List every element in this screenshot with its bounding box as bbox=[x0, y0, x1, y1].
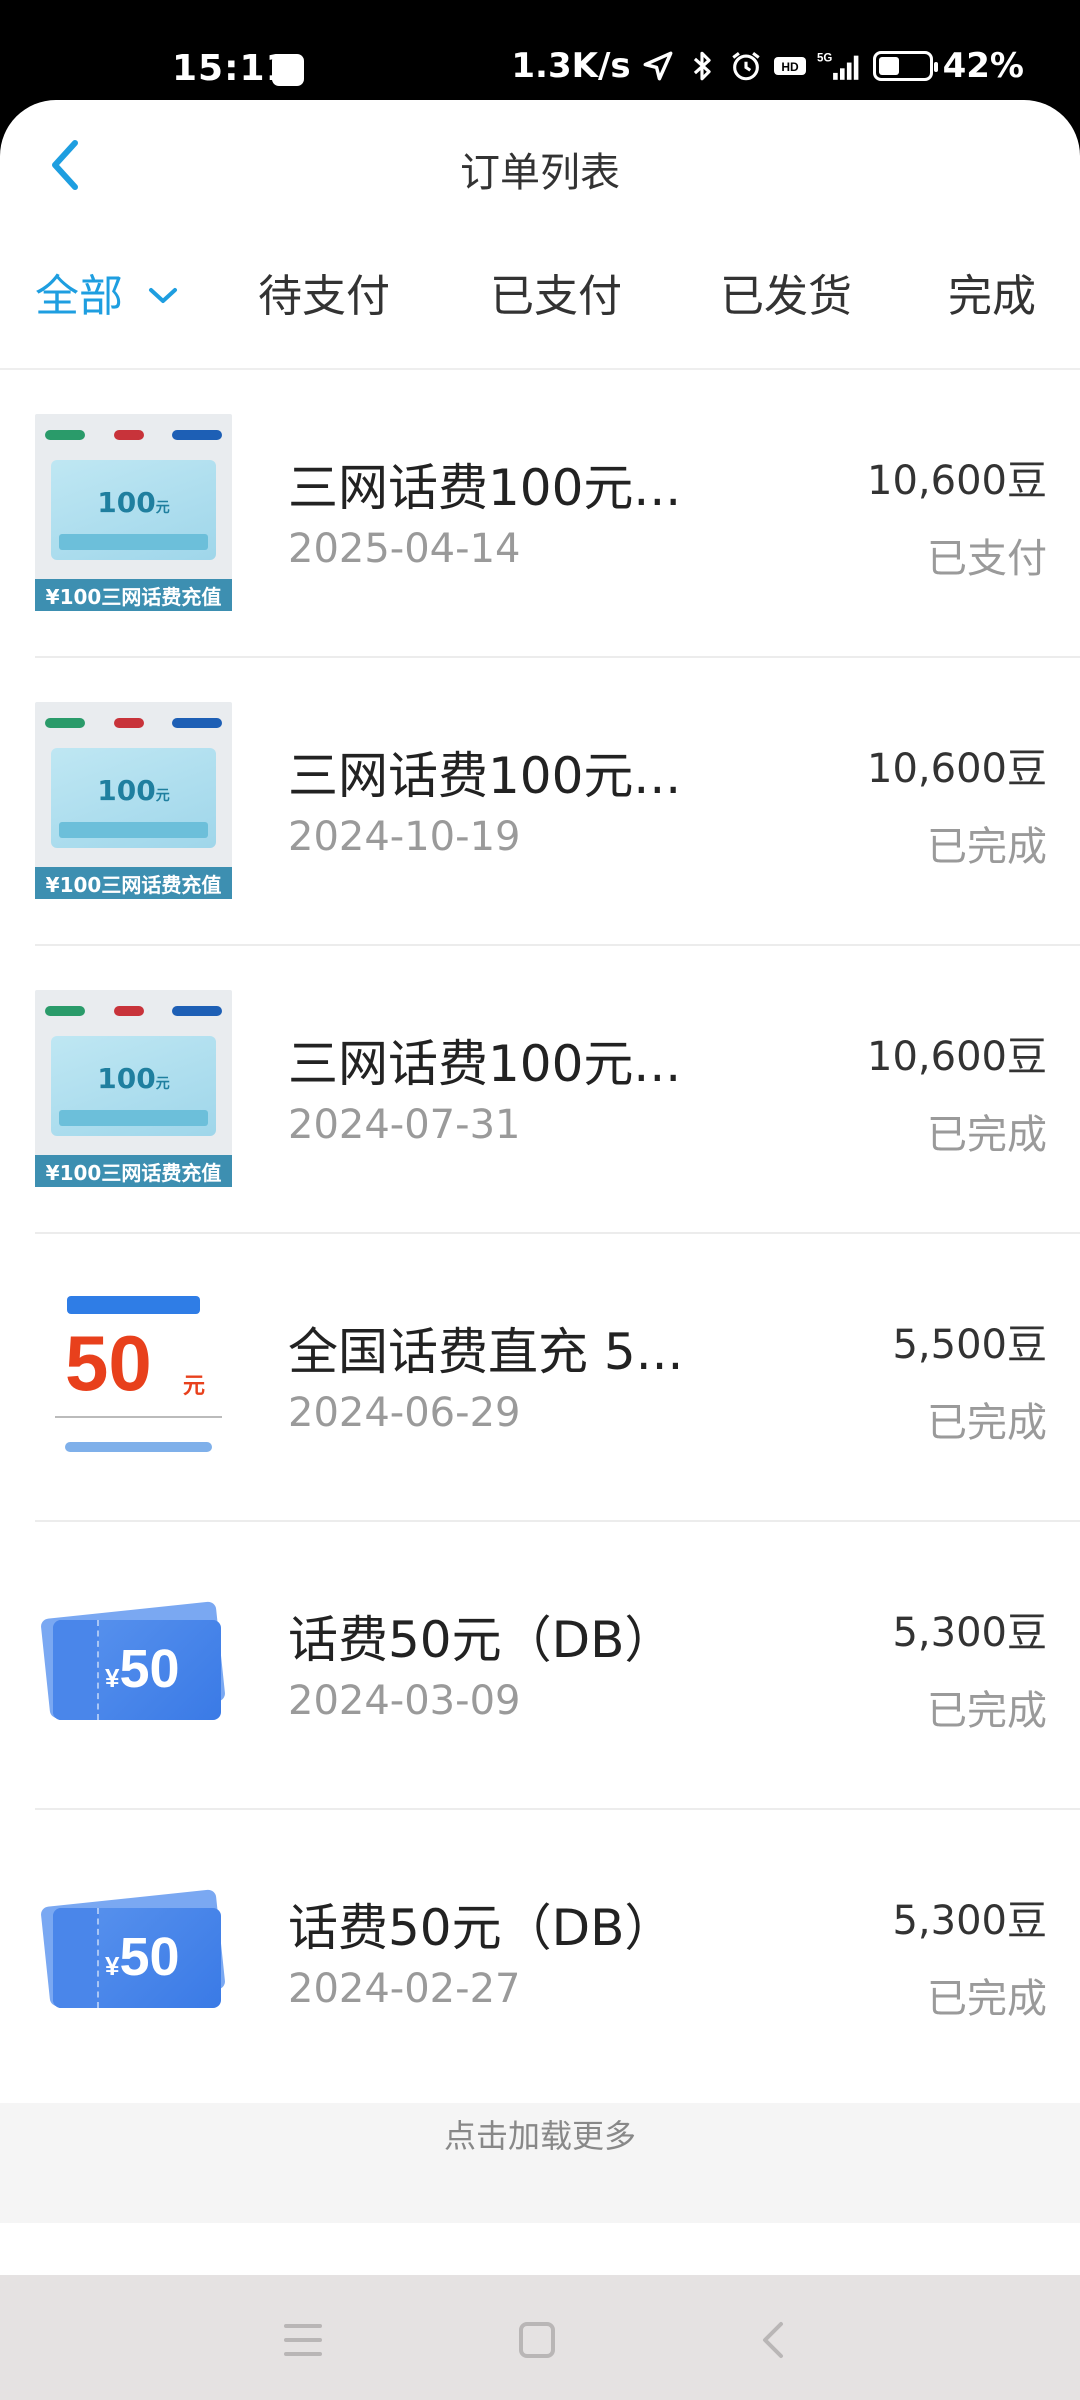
order-status: 已完成 bbox=[927, 1976, 1047, 2022]
tab-all[interactable]: 全部 bbox=[35, 260, 179, 324]
hd-icon: HD bbox=[773, 57, 806, 75]
chevron-down-icon bbox=[149, 288, 177, 303]
square-icon bbox=[519, 2322, 555, 2358]
svg-text:5G: 5G bbox=[817, 52, 832, 64]
order-price: 10,600豆 bbox=[867, 1034, 1047, 1080]
order-thumbnail: ¥50 bbox=[35, 1854, 232, 2051]
page-title: 订单列表 bbox=[460, 150, 620, 196]
chevron-left-icon bbox=[763, 2322, 783, 2358]
recent-apps-button[interactable] bbox=[273, 2315, 333, 2365]
battery-icon bbox=[872, 51, 938, 81]
order-date: 2024-03-09 bbox=[288, 1678, 521, 1724]
order-title: 三网话费100元... bbox=[288, 1035, 682, 1093]
header: 订单列表 bbox=[0, 100, 1080, 230]
order-price: 10,600豆 bbox=[867, 458, 1047, 504]
order-price: 5,300豆 bbox=[892, 1610, 1047, 1656]
order-row[interactable]: 100元 ¥100三网话费充值 三网话费100元... 2025-04-14 1… bbox=[35, 370, 1080, 658]
signal-icon: 5G bbox=[817, 52, 859, 80]
network-speed: 1.3K/s bbox=[511, 46, 631, 86]
battery-percent: 42% bbox=[942, 46, 1024, 86]
order-row[interactable]: ¥50 话费50元（DB） 2024-03-09 5,300豆 已完成 bbox=[35, 1522, 1080, 1810]
tab-pending-payment[interactable]: 待支付 bbox=[258, 260, 390, 324]
order-title: 话费50元（DB） bbox=[288, 1899, 675, 1957]
tab-label: 全部 bbox=[35, 271, 123, 322]
order-date: 2024-10-19 bbox=[288, 814, 521, 860]
order-filter-tabs: 全部 待支付 已支付 已发货 完成 bbox=[0, 230, 1080, 370]
order-date: 2024-02-27 bbox=[288, 1966, 521, 2012]
order-row[interactable]: 100元 ¥100三网话费充值 三网话费100元... 2024-10-19 1… bbox=[35, 658, 1080, 946]
order-date: 2024-07-31 bbox=[288, 1102, 521, 1148]
order-title: 全国话费直充 5... bbox=[288, 1323, 684, 1381]
order-status: 已完成 bbox=[927, 1688, 1047, 1734]
order-thumbnail: 50 元 bbox=[35, 1278, 232, 1475]
status-bar: 15:11 1.3K/s HD 5G 42% bbox=[0, 0, 1080, 100]
order-list: 100元 ¥100三网话费充值 三网话费100元... 2025-04-14 1… bbox=[35, 370, 1080, 2098]
order-thumbnail: 100元 ¥100三网话费充值 bbox=[35, 702, 232, 899]
order-title: 话费50元（DB） bbox=[288, 1611, 675, 1669]
order-price: 5,300豆 bbox=[892, 1898, 1047, 1944]
order-price: 10,600豆 bbox=[867, 746, 1047, 792]
order-title: 三网话费100元... bbox=[288, 747, 682, 805]
order-thumbnail: 100元 ¥100三网话费充值 bbox=[35, 414, 232, 611]
order-thumbnail: 100元 ¥100三网话费充值 bbox=[35, 990, 232, 1187]
menu-icon bbox=[284, 2324, 322, 2356]
system-nav-bar bbox=[0, 2275, 1080, 2400]
order-date: 2025-04-14 bbox=[288, 526, 521, 572]
home-button[interactable] bbox=[507, 2315, 567, 2365]
order-status: 已支付 bbox=[927, 536, 1047, 582]
order-thumbnail: ¥50 bbox=[35, 1566, 232, 1763]
status-right-cluster: 1.3K/s HD 5G 42% bbox=[511, 46, 1024, 86]
order-row[interactable]: ¥50 话费50元（DB） 2024-02-27 5,300豆 已完成 bbox=[35, 1810, 1080, 2098]
alarm-icon bbox=[731, 52, 760, 81]
order-date: 2024-06-29 bbox=[288, 1390, 521, 1436]
tab-completed[interactable]: 完成 bbox=[948, 260, 1036, 324]
order-row[interactable]: 100元 ¥100三网话费充值 三网话费100元... 2024-07-31 1… bbox=[35, 946, 1080, 1234]
order-status: 已完成 bbox=[927, 824, 1047, 870]
tab-shipped[interactable]: 已发货 bbox=[720, 260, 852, 324]
battery-fill bbox=[878, 57, 899, 75]
order-status: 已完成 bbox=[927, 1112, 1047, 1158]
svg-text:HD: HD bbox=[781, 60, 799, 74]
order-status: 已完成 bbox=[927, 1400, 1047, 1446]
tab-paid[interactable]: 已支付 bbox=[490, 260, 622, 324]
location-arrow-icon bbox=[643, 51, 673, 81]
load-more-button[interactable]: 点击加载更多 bbox=[0, 2111, 1080, 2157]
bluetooth-icon bbox=[693, 51, 711, 81]
order-title: 三网话费100元... bbox=[288, 459, 682, 517]
notification-icon bbox=[272, 54, 304, 86]
order-row[interactable]: 50 元 全国话费直充 5... 2024-06-29 5,500豆 已完成 bbox=[35, 1234, 1080, 1522]
system-back-button[interactable] bbox=[742, 2315, 802, 2365]
load-more-area: 点击加载更多 bbox=[0, 2103, 1080, 2223]
order-price: 5,500豆 bbox=[892, 1322, 1047, 1368]
